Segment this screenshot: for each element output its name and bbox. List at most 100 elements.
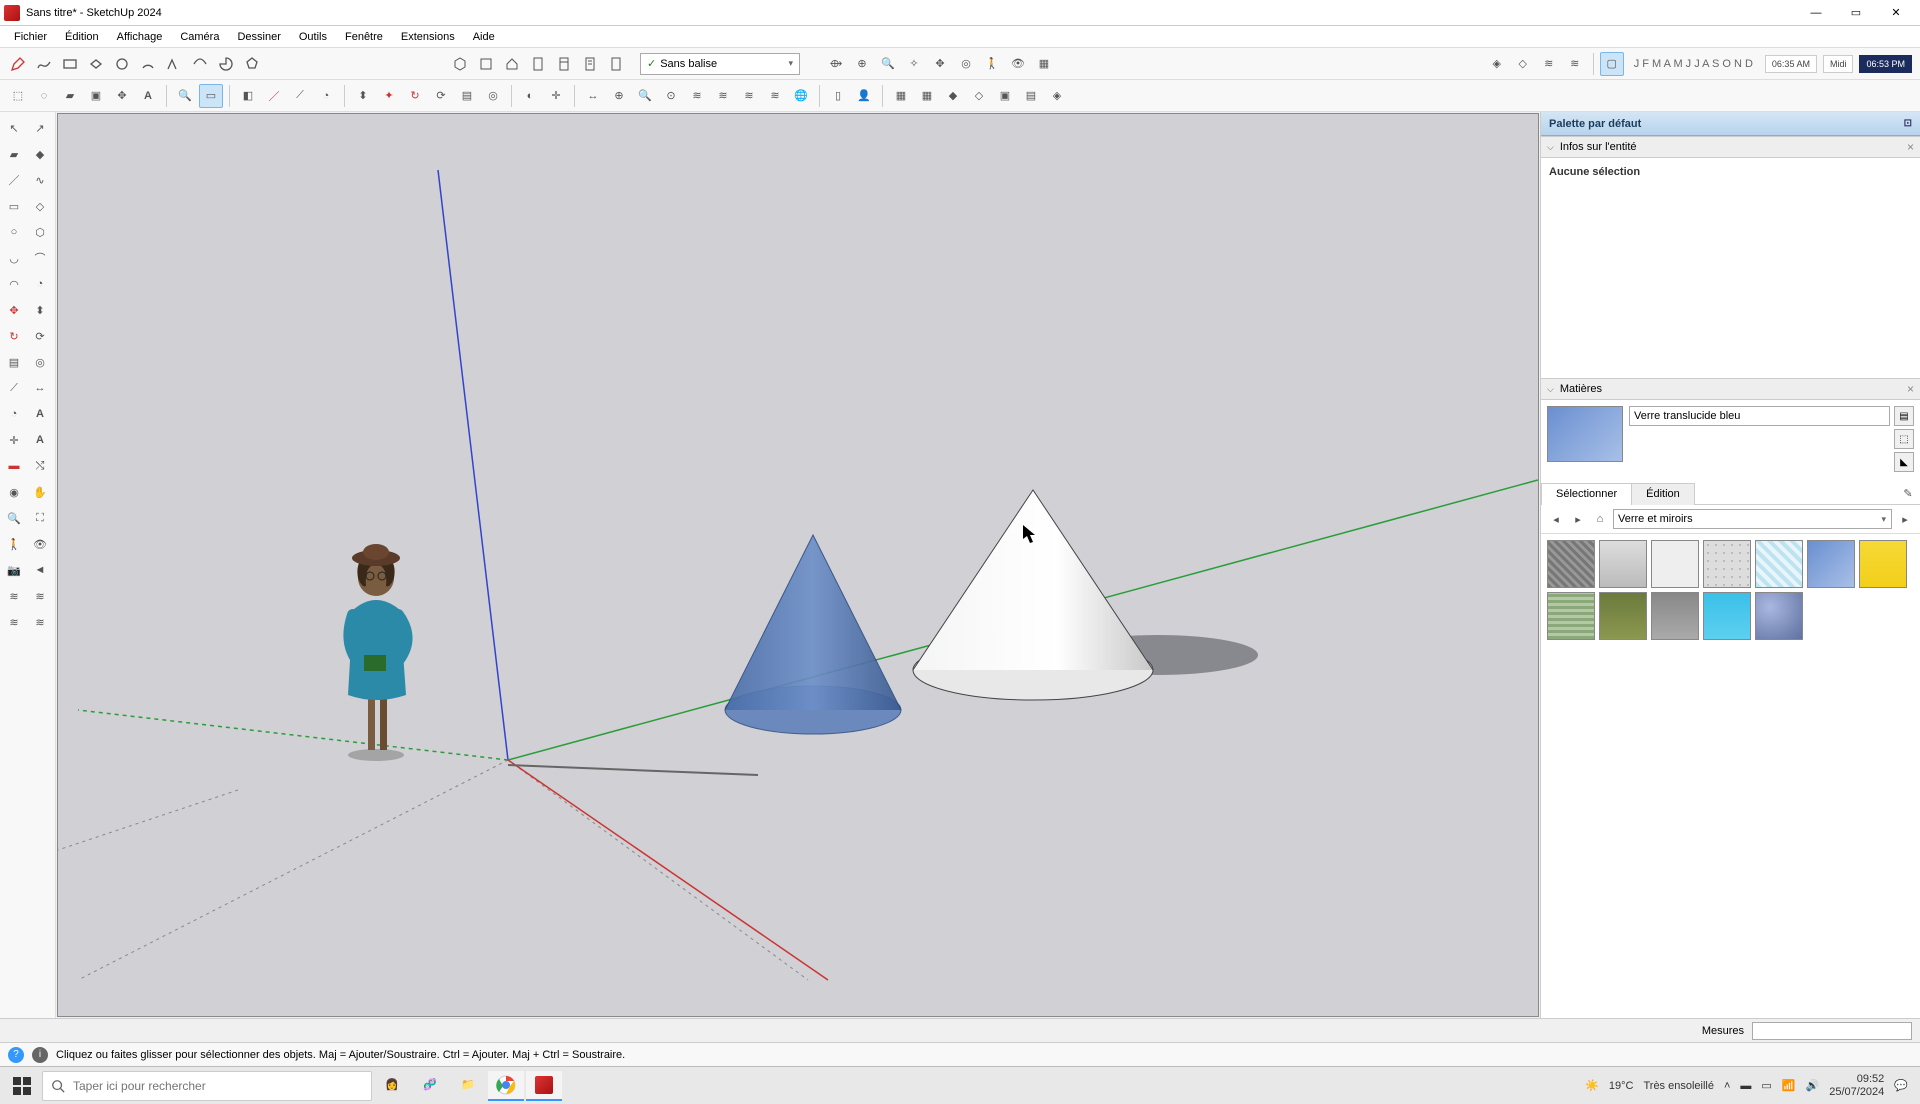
sandbox1-icon[interactable]: ≋ bbox=[685, 84, 709, 108]
material-swatch-8[interactable] bbox=[1599, 592, 1647, 640]
taskbar-search-input[interactable] bbox=[73, 1079, 363, 1093]
taskbar-dna-icon[interactable]: 🧬 bbox=[412, 1071, 448, 1101]
minimize-button[interactable]: — bbox=[1796, 2, 1836, 24]
tool-orbit[interactable]: ◉ bbox=[2, 480, 26, 504]
tool-sandbox-b[interactable]: ≋ bbox=[28, 584, 52, 608]
tool-rect[interactable]: ▭ bbox=[2, 194, 26, 218]
time-sunset[interactable]: 06:53 PM bbox=[1859, 55, 1912, 73]
tool-tape[interactable]: ⟋ bbox=[2, 376, 26, 400]
viewport-3d[interactable] bbox=[57, 113, 1539, 1017]
2pt-arc-icon[interactable] bbox=[162, 52, 186, 76]
tool-arc[interactable]: ◡ bbox=[2, 246, 26, 270]
tray-volume-icon[interactable]: 🔊 bbox=[1806, 1079, 1820, 1092]
lookaround-icon[interactable]: ◎ bbox=[954, 52, 978, 76]
material-swatch-5[interactable] bbox=[1807, 540, 1855, 588]
material-create-icon[interactable]: ▤ bbox=[1894, 406, 1914, 426]
menu-dessiner[interactable]: Dessiner bbox=[229, 29, 288, 45]
orbit-icon[interactable]: ✧ bbox=[902, 52, 926, 76]
nav-fwd-icon[interactable]: ▸ bbox=[1569, 510, 1587, 528]
material-default-icon[interactable]: ⬚ bbox=[1894, 429, 1914, 449]
material-swatch-10[interactable] bbox=[1703, 592, 1751, 640]
3pt-arc-icon[interactable] bbox=[188, 52, 212, 76]
material-preview[interactable] bbox=[1547, 406, 1623, 462]
zoom2-icon[interactable]: 🔍 bbox=[173, 84, 197, 108]
tray-title[interactable]: Palette par défaut ⊡ bbox=[1541, 112, 1920, 136]
time-sunrise[interactable]: 06:35 AM bbox=[1765, 55, 1817, 73]
doc2-icon[interactable] bbox=[552, 52, 576, 76]
polygon-icon[interactable] bbox=[240, 52, 264, 76]
make-component-icon[interactable] bbox=[448, 52, 472, 76]
rotated-rect-icon[interactable] bbox=[84, 52, 108, 76]
measure-icon[interactable]: ⟋ bbox=[288, 84, 312, 108]
protractor-icon[interactable]: ◔ bbox=[314, 84, 338, 108]
ext3-icon[interactable]: ◆ bbox=[941, 84, 965, 108]
solid2-icon[interactable]: ◇ bbox=[1511, 52, 1535, 76]
ext1-icon[interactable]: ▦ bbox=[889, 84, 913, 108]
entity-info-header[interactable]: ⌵ Infos sur l'entité × bbox=[1541, 136, 1920, 158]
sandbox3-icon[interactable]: ≋ bbox=[737, 84, 761, 108]
nav-menu-icon[interactable]: ▸ bbox=[1896, 510, 1914, 528]
tool-sandbox-c[interactable]: ≋ bbox=[2, 610, 26, 634]
tool-prevcam[interactable]: ◄ bbox=[28, 558, 52, 582]
solid1-icon[interactable]: ◈ bbox=[1485, 52, 1509, 76]
material-swatch-9[interactable] bbox=[1651, 592, 1699, 640]
material-category-dropdown[interactable]: Verre et miroirs bbox=[1613, 509, 1892, 529]
tab-select[interactable]: Sélectionner bbox=[1541, 483, 1632, 505]
tool-axes[interactable]: ✛ bbox=[2, 428, 26, 452]
style1-icon[interactable]: ▢ bbox=[1600, 52, 1624, 76]
tool-position[interactable]: 📷 bbox=[2, 558, 26, 582]
entity-info-close-icon[interactable]: × bbox=[1907, 140, 1914, 154]
menu-camera[interactable]: Caméra bbox=[172, 29, 227, 45]
tool-3arc[interactable]: ◠ bbox=[2, 272, 26, 296]
tray-chevron-icon[interactable]: ˄ bbox=[1724, 1080, 1730, 1092]
doc1-icon[interactable] bbox=[526, 52, 550, 76]
tool-offset[interactable]: ◎ bbox=[28, 350, 52, 374]
tool-dim[interactable]: ↔ bbox=[28, 376, 52, 400]
tool-pie[interactable]: ◔ bbox=[28, 272, 52, 296]
tool-rotrect[interactable]: ◇ bbox=[28, 194, 52, 218]
menu-affichage[interactable]: Affichage bbox=[109, 29, 171, 45]
weather-temp[interactable]: 19°C bbox=[1609, 1080, 1634, 1092]
layers2-icon[interactable]: ≋ bbox=[1563, 52, 1587, 76]
start-button[interactable] bbox=[4, 1071, 40, 1101]
select-tool-icon[interactable]: ▭ bbox=[199, 84, 223, 108]
menu-edition[interactable]: Édition bbox=[57, 29, 107, 45]
tool-walk[interactable]: 🚶 bbox=[2, 532, 26, 556]
tool-pan[interactable]: ✋ bbox=[28, 480, 52, 504]
material-name-input[interactable] bbox=[1629, 406, 1890, 426]
nav-home-icon[interactable]: ⌂ bbox=[1591, 510, 1609, 528]
taskbar-explorer-icon[interactable]: 📁 bbox=[450, 1071, 486, 1101]
sandbox4-icon[interactable]: ≋ bbox=[763, 84, 787, 108]
house-icon[interactable] bbox=[500, 52, 524, 76]
menu-fenetre[interactable]: Fenêtre bbox=[337, 29, 391, 45]
taskbar-cortana-icon[interactable]: 👩 bbox=[374, 1071, 410, 1101]
tray-battery-icon[interactable]: ▭ bbox=[1761, 1079, 1771, 1092]
taskbar-clock[interactable]: 09:52 25/07/2024 bbox=[1829, 1073, 1884, 1097]
ext6-icon[interactable]: ▤ bbox=[1019, 84, 1043, 108]
doc4-icon[interactable] bbox=[604, 52, 628, 76]
material-swatch-3[interactable] bbox=[1703, 540, 1751, 588]
measurements-input[interactable] bbox=[1752, 1022, 1912, 1040]
zoom-icon[interactable]: 🔍 bbox=[876, 52, 900, 76]
menu-outils[interactable]: Outils bbox=[291, 29, 335, 45]
eraser2-icon[interactable]: ◧ bbox=[236, 84, 260, 108]
material-swatch-0[interactable] bbox=[1547, 540, 1595, 588]
person-icon[interactable]: 👤 bbox=[852, 84, 876, 108]
tray-wifi-icon[interactable]: 📶 bbox=[1782, 1079, 1796, 1092]
tab-edit[interactable]: Édition bbox=[1631, 483, 1695, 505]
tool-3dtext[interactable]: A bbox=[28, 428, 52, 452]
scale-icon[interactable]: ▤ bbox=[455, 84, 479, 108]
material-swatch-7[interactable] bbox=[1547, 592, 1595, 640]
sandbox2-icon[interactable]: ≋ bbox=[711, 84, 735, 108]
offset-icon[interactable]: ◎ bbox=[481, 84, 505, 108]
layers-icon[interactable]: ≋ bbox=[1537, 52, 1561, 76]
pencil-icon[interactable] bbox=[6, 52, 30, 76]
materials-edit-icon[interactable]: ✎ bbox=[1896, 482, 1920, 504]
axis-icon[interactable]: ✛ bbox=[544, 84, 568, 108]
select-icon[interactable]: ⬚ bbox=[6, 84, 30, 108]
tray-pin-icon[interactable]: ⊡ bbox=[1904, 118, 1912, 129]
material-swatch-4[interactable] bbox=[1755, 540, 1803, 588]
tool-zoomext[interactable]: ⛶ bbox=[28, 506, 52, 530]
paint-icon[interactable]: ▣ bbox=[84, 84, 108, 108]
tool-line[interactable]: ／ bbox=[2, 168, 26, 192]
